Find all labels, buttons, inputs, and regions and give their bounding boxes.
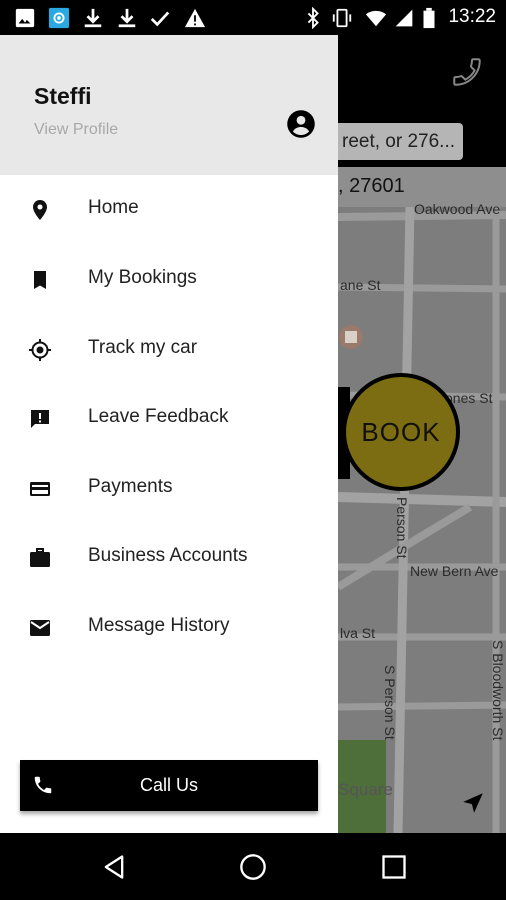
phone-call-icon[interactable] [450,55,484,89]
street-label: New Bern Ave [410,563,499,579]
menu-item-label: My Bookings [88,267,197,288]
credit-card-icon [30,482,50,496]
bookmark-icon [34,271,46,289]
download-icon [118,8,136,28]
battery-icon [423,7,435,29]
download-icon [84,8,102,28]
menu-item-home[interactable]: Home [0,182,338,238]
check-icon [150,11,170,27]
briefcase-icon [30,548,50,567]
recents-icon[interactable] [380,853,408,881]
menu-item-label: Message History [88,615,230,636]
street-label: S Bloodworth St [490,640,506,741]
menu-item-label: Home [88,197,139,218]
street-label: lva St [340,625,376,641]
street-label: Oakwood Ave [414,201,501,217]
book-button[interactable]: BOOK [342,373,460,491]
street-label: Person St [394,497,410,559]
menu-item-label: Business Accounts [88,545,248,566]
signal-icon [395,9,413,27]
image-icon [15,8,35,28]
call-us-button[interactable]: Call Us [20,760,318,811]
feedback-icon [31,410,49,428]
drawer-header[interactable]: Steffi View Profile [0,35,338,175]
menu-item-leave-feedback[interactable]: Leave Feedback [0,391,338,447]
menu-item-my-bookings[interactable]: My Bookings [0,252,338,308]
status-bar: 13:22 [0,0,506,35]
menu-item-label: Payments [88,476,173,497]
mail-icon [30,620,50,636]
user-name: Steffi [34,83,92,109]
menu-item-label: Track my car [88,337,198,358]
vibrate-icon [332,8,352,28]
menu-item-payments[interactable]: Payments [0,461,338,517]
my-location-arrow-icon[interactable] [460,790,486,816]
search-chip[interactable]: reet, or 276... [330,123,463,160]
street-label: S Person St [382,665,398,740]
account-circle-icon[interactable] [286,109,316,139]
park-label: Square [338,780,393,799]
wifi-icon [365,10,387,27]
app-notification-icon [48,7,70,29]
navigation-drawer: Steffi View Profile Home My Bookings Tra… [0,35,338,833]
menu-item-track-my-car[interactable]: Track my car [0,322,338,378]
status-time: 13:22 [448,6,496,27]
street-label: ane St [340,277,381,293]
menu-item-label: Leave Feedback [88,406,229,427]
gps-target-icon [29,339,51,361]
app-screen: 13:22 reet, or 276... , 27601 Oakwood Av… [0,0,506,900]
menu-item-business-accounts[interactable]: Business Accounts [0,530,338,586]
address-text: , 27601 [338,175,405,197]
menu-item-message-history[interactable]: Message History [0,600,338,656]
call-us-label: Call Us [139,775,198,795]
home-icon[interactable] [239,853,267,881]
warning-icon [184,8,206,28]
location-pin-icon [33,200,47,220]
bluetooth-icon [307,7,319,29]
system-navigation-bar [0,833,506,900]
back-icon[interactable] [100,853,128,881]
view-profile-link[interactable]: View Profile [34,121,118,139]
